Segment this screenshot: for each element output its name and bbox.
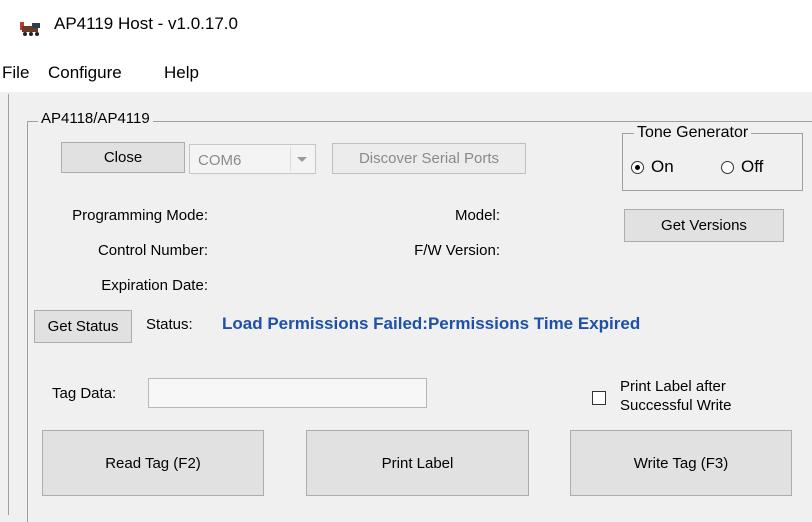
read-tag-button[interactable]: Read Tag (F2) bbox=[42, 430, 264, 496]
menu-file[interactable]: File bbox=[2, 63, 29, 83]
close-port-button[interactable]: Close bbox=[61, 142, 185, 173]
model-label: Model: bbox=[454, 207, 500, 224]
status-message: Load Permissions Failed:Permissions Time… bbox=[222, 314, 641, 333]
programming-mode-label: Programming Mode: bbox=[72, 207, 208, 224]
chevron-down-icon[interactable] bbox=[290, 147, 313, 171]
device-group-label: AP4118/AP4119 bbox=[38, 110, 153, 127]
print-after-write-line2: Successful Write bbox=[620, 397, 732, 414]
client-left-border bbox=[8, 94, 9, 515]
menu-help[interactable]: Help bbox=[164, 63, 199, 83]
app-logo-icon bbox=[20, 22, 40, 36]
tone-on-radio[interactable] bbox=[631, 161, 644, 174]
title-bar: AP4119 Host - v1.0.17.0 bbox=[0, 0, 812, 52]
menu-configure[interactable]: Configure bbox=[48, 63, 122, 83]
tone-off-radio[interactable] bbox=[721, 161, 734, 174]
tone-on-label[interactable]: On bbox=[651, 157, 674, 177]
print-after-write-checkbox[interactable] bbox=[592, 391, 606, 405]
tone-off-label[interactable]: Off bbox=[741, 157, 763, 177]
get-versions-button[interactable]: Get Versions bbox=[624, 209, 784, 242]
tag-data-label: Tag Data: bbox=[52, 385, 117, 402]
menu-bar bbox=[0, 52, 812, 92]
tag-data-field[interactable] bbox=[148, 378, 427, 408]
tone-generator-label: Tone Generator bbox=[634, 124, 752, 142]
print-after-write-label[interactable]: Print Label after Successful Write bbox=[620, 377, 731, 415]
control-number-label: Control Number: bbox=[97, 242, 208, 259]
fw-version-label: F/W Version: bbox=[414, 242, 500, 259]
serial-port-value: COM6 bbox=[198, 152, 242, 169]
expiration-date-label: Expiration Date: bbox=[101, 277, 208, 294]
print-after-write-line1: Print Label after bbox=[620, 378, 726, 395]
write-tag-button[interactable]: Write Tag (F3) bbox=[570, 430, 792, 496]
discover-serial-ports-button[interactable]: Discover Serial Ports bbox=[332, 143, 526, 174]
window-title: AP4119 Host - v1.0.17.0 bbox=[54, 14, 238, 33]
get-status-button[interactable]: Get Status bbox=[34, 310, 132, 343]
serial-port-select[interactable]: COM6 bbox=[189, 144, 316, 174]
status-label: Status: bbox=[146, 316, 193, 333]
print-label-button[interactable]: Print Label bbox=[306, 430, 529, 496]
